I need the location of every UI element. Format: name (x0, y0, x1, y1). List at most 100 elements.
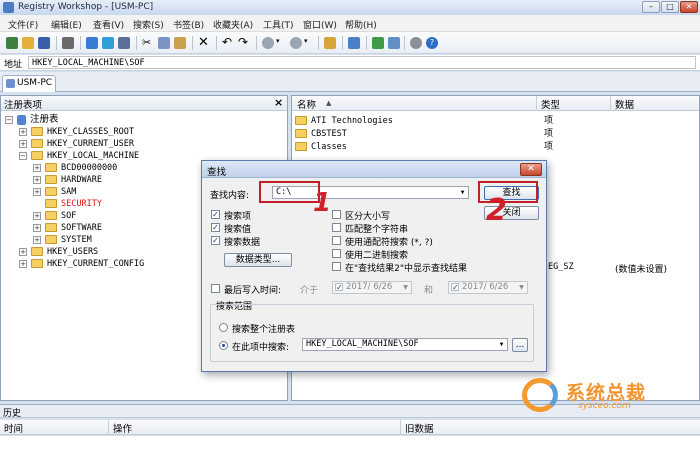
search-values-checkbox[interactable]: ✓ (211, 223, 220, 232)
list-item[interactable]: ATI Technologies 项 (295, 115, 695, 127)
chevron-down-icon[interactable]: ▼ (517, 283, 526, 292)
gear-icon[interactable] (410, 37, 422, 49)
expand-icon[interactable]: + (33, 224, 41, 232)
column-time[interactable]: 时间 (4, 421, 23, 435)
history-list (0, 436, 700, 464)
registry-icon[interactable] (86, 37, 98, 49)
date-from-checkbox[interactable]: ✓ (335, 283, 343, 292)
forward-dropdown-icon[interactable]: ▾ (304, 37, 316, 49)
match-case-checkbox[interactable] (332, 210, 341, 219)
folder-icon (295, 129, 307, 138)
close-pane-icon[interactable]: × (274, 96, 283, 109)
undo-icon[interactable]: ↶ (222, 36, 234, 49)
last-write-checkbox[interactable] (211, 284, 220, 293)
tree-item-label: HKEY_CURRENT_USER (47, 139, 134, 149)
open-icon[interactable] (22, 37, 34, 49)
paste-icon[interactable] (174, 37, 186, 49)
menu-bookmark[interactable]: 书签(B) (173, 18, 204, 31)
app-icon (3, 2, 14, 13)
cut-icon[interactable]: ✂ (142, 37, 154, 49)
tab-usm-pc[interactable]: USM-PC (2, 75, 56, 92)
column-action[interactable]: 操作 (113, 421, 132, 435)
binary-search-checkbox[interactable] (332, 249, 341, 258)
minimize-button[interactable]: – (642, 1, 660, 13)
maximize-button[interactable]: □ (661, 1, 679, 13)
menu-file[interactable]: 文件(F) (8, 18, 38, 31)
menu-tools[interactable]: 工具(T) (263, 18, 294, 31)
annotation-number-two: 2 (486, 193, 507, 228)
scope-all-radio[interactable] (219, 323, 228, 332)
tree-item-label: HARDWARE (61, 175, 102, 185)
date-to-checkbox[interactable]: ✓ (451, 283, 459, 292)
go-up-icon[interactable] (324, 37, 336, 49)
forward-icon[interactable] (290, 37, 302, 49)
show-results2-checkbox[interactable] (332, 262, 341, 271)
expand-icon[interactable]: + (19, 140, 27, 148)
redo-icon[interactable]: ↷ (238, 36, 250, 49)
list-item[interactable]: CBSTEST 项 (295, 128, 695, 140)
match-whole-checkbox[interactable] (332, 223, 341, 232)
bookmark-icon[interactable] (388, 37, 400, 49)
scope-path-select[interactable]: HKEY_LOCAL_MACHINE\SOF ▼ (302, 338, 508, 351)
search-keys-checkbox[interactable]: ✓ (211, 210, 220, 219)
expand-icon[interactable]: + (19, 248, 27, 256)
search-data-checkbox[interactable]: ✓ (211, 236, 220, 245)
column-type[interactable]: 类型 (541, 97, 560, 111)
print-icon[interactable] (62, 37, 74, 49)
date-to-picker[interactable]: ✓ 2017/ 6/26 ▼ (448, 281, 528, 294)
string-value-icon[interactable] (102, 37, 114, 49)
wildcard-checkbox[interactable] (332, 236, 341, 245)
help-icon[interactable]: ? (426, 37, 438, 49)
binary-value-icon[interactable] (118, 37, 130, 49)
menu-help[interactable]: 帮助(H) (345, 18, 377, 31)
back-icon[interactable] (262, 37, 274, 49)
collapse-icon[interactable]: − (19, 152, 27, 160)
expand-icon[interactable]: + (33, 176, 41, 184)
expand-icon[interactable]: + (19, 128, 27, 136)
column-data[interactable]: 数据 (615, 97, 634, 111)
column-old-data[interactable]: 旧数据 (405, 421, 434, 435)
chevron-down-icon[interactable]: ▼ (497, 340, 506, 349)
watermark-sub: sysceo.com (578, 401, 631, 411)
refresh-icon[interactable] (372, 37, 384, 49)
close-window-button[interactable]: ✕ (680, 1, 698, 13)
registry-icon (17, 115, 26, 125)
date-from-value: 2017/ 6/26 (346, 282, 393, 292)
chevron-down-icon[interactable]: ▼ (458, 188, 467, 197)
collapse-icon[interactable]: − (5, 116, 13, 124)
menu-favorites[interactable]: 收藏夹(A) (213, 18, 253, 31)
menu-edit[interactable]: 编辑(E) (51, 18, 82, 31)
menu-view[interactable]: 查看(V) (93, 18, 124, 31)
folder-open-icon (31, 151, 43, 160)
address-input[interactable]: HKEY_LOCAL_MACHINE\SOF (28, 56, 696, 69)
find-icon[interactable] (348, 37, 360, 49)
tree-item-label: BCD00000000 (61, 163, 118, 173)
annotation-number-one: 1 (313, 188, 332, 218)
delete-icon[interactable]: ✕ (198, 36, 210, 49)
dialog-close-icon[interactable]: ✕ (520, 163, 542, 176)
date-from-picker[interactable]: ✓ 2017/ 6/26 ▼ (332, 281, 412, 294)
expand-icon[interactable]: + (33, 164, 41, 172)
back-dropdown-icon[interactable]: ▾ (276, 37, 288, 49)
radio-label: 在此项中搜索: (232, 343, 290, 353)
expand-icon[interactable]: + (33, 188, 41, 196)
browse-button[interactable]: ... (512, 338, 528, 352)
expand-icon[interactable]: + (33, 236, 41, 244)
checkbox-label: 在"查找结果2"中显示查找结果 (345, 264, 468, 274)
column-name[interactable]: 名称 (297, 97, 316, 111)
copy-icon[interactable] (158, 37, 170, 49)
expand-icon[interactable]: + (19, 260, 27, 268)
menu-window[interactable]: 窗口(W) (303, 18, 337, 31)
data-type-button[interactable]: 数据类型... (224, 253, 292, 267)
chevron-down-icon[interactable]: ▼ (401, 283, 410, 292)
list-item[interactable]: Classes 项 (295, 141, 695, 153)
list-item-type: 项 (544, 142, 554, 152)
list-item-type: 项 (544, 116, 554, 126)
scope-here-radio[interactable] (219, 341, 228, 350)
computer-icon[interactable] (6, 37, 18, 49)
last-write-label: 最后写入时间: (224, 286, 282, 296)
expand-icon[interactable]: + (33, 212, 41, 220)
menu-search[interactable]: 搜索(S) (133, 18, 164, 31)
logo-icon (522, 378, 558, 412)
save-icon[interactable] (38, 37, 50, 49)
